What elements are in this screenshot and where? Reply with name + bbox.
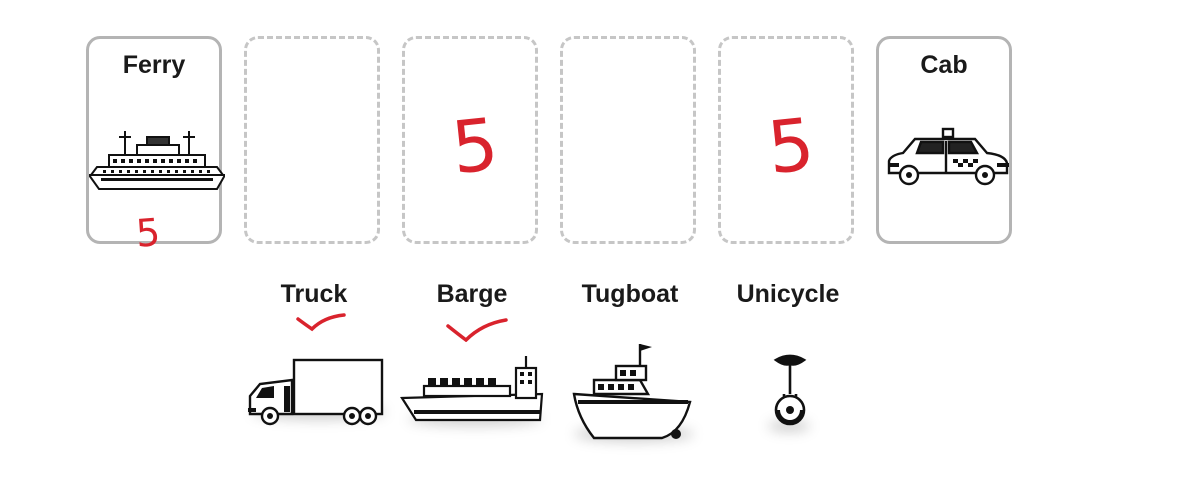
slot-mark-3: 5	[447, 101, 503, 191]
slot-label-ferry: Ferry	[122, 51, 186, 79]
option-label-truck: Truck	[280, 280, 348, 308]
slot-mark-5: 5	[763, 101, 819, 191]
checkmark-truck-icon	[296, 311, 346, 338]
option-label-tugboat: Tugboat	[581, 280, 679, 308]
slot-empty-4[interactable]	[560, 36, 696, 244]
slot-mark-ferry: 5	[134, 210, 162, 256]
option-label-unicycle: Unicycle	[736, 280, 840, 308]
unicycle-icon[interactable]	[766, 350, 814, 430]
taxi-icon	[879, 125, 1015, 195]
option-label-barge: Barge	[436, 280, 508, 308]
truck-icon[interactable]	[244, 356, 386, 430]
ferry-icon	[87, 127, 227, 197]
slot-cab[interactable]: Cab	[876, 36, 1012, 244]
barge-icon[interactable]	[400, 354, 546, 428]
tugboat-icon[interactable]	[570, 338, 694, 442]
checkmark-barge-icon	[446, 318, 508, 347]
slot-label-cab: Cab	[920, 51, 968, 79]
slot-empty-2[interactable]	[244, 36, 380, 244]
